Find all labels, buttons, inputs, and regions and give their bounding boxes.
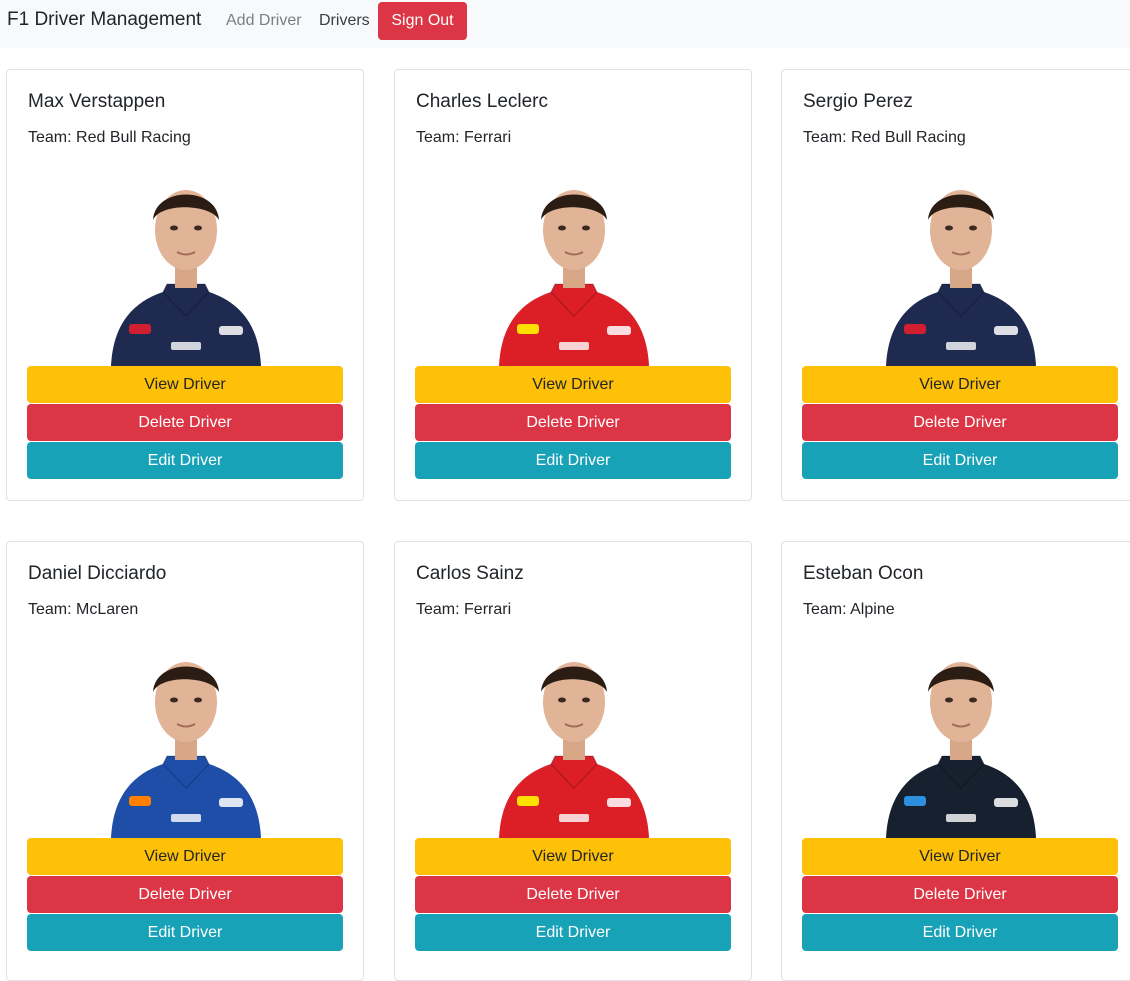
edit-driver-button[interactable]: Edit Driver (27, 442, 343, 479)
driver-portrait-image (111, 662, 261, 838)
driver-portrait (489, 638, 659, 838)
driver-portrait-image (499, 662, 649, 838)
driver-card: Charles Leclerc Team: Ferrari View Drive… (394, 69, 752, 501)
driver-portrait-image (886, 190, 1036, 366)
view-driver-button[interactable]: View Driver (802, 838, 1118, 875)
driver-name: Carlos Sainz (416, 563, 524, 584)
driver-card: Esteban Ocon Team: Alpine View Driver De… (781, 541, 1130, 981)
edit-driver-button[interactable]: Edit Driver (802, 914, 1118, 951)
driver-card: Carlos Sainz Team: Ferrari View Driver D… (394, 541, 752, 981)
driver-card: Daniel Dicciardo Team: McLaren View Driv… (6, 541, 364, 981)
driver-portrait (101, 638, 271, 838)
driver-portrait (101, 166, 271, 366)
sign-out-button[interactable]: Sign Out (378, 2, 467, 40)
view-driver-button[interactable]: View Driver (27, 838, 343, 875)
driver-card: Max Verstappen Team: Red Bull Racing Vie… (6, 69, 364, 501)
driver-team: Team: Ferrari (416, 601, 512, 618)
edit-driver-button[interactable]: Edit Driver (415, 914, 731, 951)
driver-team: Team: Ferrari (416, 129, 512, 146)
driver-name: Esteban Ocon (803, 563, 924, 584)
nav-drivers[interactable]: Drivers (319, 12, 370, 30)
driver-portrait-image (886, 662, 1036, 838)
driver-name: Daniel Dicciardo (28, 563, 167, 584)
view-driver-button[interactable]: View Driver (415, 366, 731, 403)
delete-driver-button[interactable]: Delete Driver (415, 404, 731, 441)
brand[interactable]: F1 Driver Management (7, 9, 201, 31)
delete-driver-button[interactable]: Delete Driver (802, 876, 1118, 913)
driver-portrait (876, 166, 1046, 366)
navbar: F1 Driver Management Add Driver Drivers … (0, 0, 1130, 48)
driver-name: Charles Leclerc (416, 91, 548, 112)
delete-driver-button[interactable]: Delete Driver (802, 404, 1118, 441)
view-driver-button[interactable]: View Driver (27, 366, 343, 403)
delete-driver-button[interactable]: Delete Driver (415, 876, 731, 913)
driver-team: Team: Red Bull Racing (28, 129, 191, 146)
edit-driver-button[interactable]: Edit Driver (802, 442, 1118, 479)
driver-card: Sergio Perez Team: Red Bull Racing View … (781, 69, 1130, 501)
driver-portrait (876, 638, 1046, 838)
driver-team: Team: Alpine (803, 601, 895, 618)
driver-portrait-image (111, 190, 261, 366)
delete-driver-button[interactable]: Delete Driver (27, 876, 343, 913)
driver-portrait-image (499, 190, 649, 366)
driver-team: Team: Red Bull Racing (803, 129, 966, 146)
edit-driver-button[interactable]: Edit Driver (415, 442, 731, 479)
nav-add-driver[interactable]: Add Driver (226, 12, 302, 30)
edit-driver-button[interactable]: Edit Driver (27, 914, 343, 951)
view-driver-button[interactable]: View Driver (415, 838, 731, 875)
driver-portrait (489, 166, 659, 366)
delete-driver-button[interactable]: Delete Driver (27, 404, 343, 441)
view-driver-button[interactable]: View Driver (802, 366, 1118, 403)
driver-name: Sergio Perez (803, 91, 913, 112)
driver-name: Max Verstappen (28, 91, 166, 112)
driver-team: Team: McLaren (28, 601, 139, 618)
